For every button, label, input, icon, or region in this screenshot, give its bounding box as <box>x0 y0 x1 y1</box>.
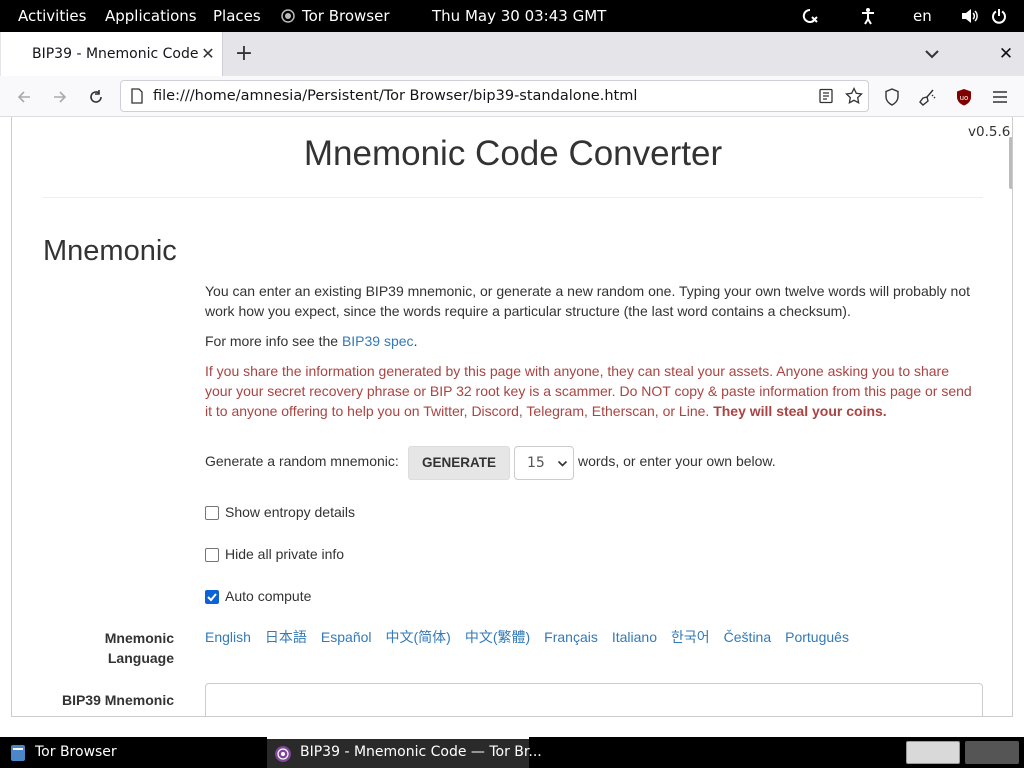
generate-suffix: words, or enter your own below. <box>578 453 776 469</box>
bip39-mnemonic-textarea[interactable] <box>205 683 983 716</box>
activities-button[interactable]: Activities <box>18 0 86 32</box>
warning-bold: They will steal your coins. <box>713 403 887 419</box>
language-japanese[interactable]: 日本語 <box>265 629 307 645</box>
language-korean[interactable]: 한국어 <box>671 629 710 645</box>
language-french[interactable]: Français <box>544 629 598 645</box>
show-entropy-label[interactable]: Show entropy details <box>225 504 355 520</box>
tor-onion-icon <box>274 745 292 767</box>
places-menu[interactable]: Places <box>213 0 261 32</box>
hide-private-label[interactable]: Hide all private info <box>225 546 344 562</box>
more-info-suffix: . <box>413 333 418 349</box>
app-menu-tor-browser[interactable]: Tor Browser <box>302 0 390 32</box>
bip39-spec-link[interactable]: BIP39 spec <box>342 333 414 349</box>
show-entropy-checkbox[interactable] <box>205 506 219 520</box>
close-window-icon[interactable]: ✕ <box>994 42 1018 66</box>
language-italian[interactable]: Italiano <box>612 629 657 645</box>
bottom-taskbar: Tor Browser BIP39 - Mnemonic Code — Tor … <box>0 737 1024 768</box>
more-info-paragraph: For more info see the BIP39 spec. <box>205 331 975 351</box>
word-count-value: 15 <box>527 455 545 471</box>
language-portuguese[interactable]: Português <box>785 629 849 645</box>
reload-icon[interactable] <box>83 84 109 110</box>
shield-icon[interactable] <box>879 84 905 110</box>
volume-icon[interactable] <box>960 0 980 32</box>
section-title: Mnemonic <box>43 235 177 267</box>
navigation-toolbar: file:///home/amnesia/Persistent/Tor Brow… <box>0 76 1024 117</box>
chevron-down-icon[interactable] <box>920 42 944 66</box>
bip39-mnemonic-label: BIP39 Mnemonic <box>61 692 174 708</box>
reader-mode-icon[interactable] <box>818 88 834 108</box>
page-viewport: v0.5.6 Mnemonic Code Converter Mnemonic … <box>11 117 1013 717</box>
new-identity-broom-icon[interactable] <box>915 84 941 110</box>
back-arrow-icon[interactable] <box>11 84 37 110</box>
tor-status-icon[interactable] <box>800 0 820 32</box>
forward-arrow-icon[interactable] <box>47 84 73 110</box>
ublock-origin-icon[interactable]: uo <box>951 84 977 110</box>
workspace-2[interactable] <box>965 741 1019 764</box>
chevron-down-icon <box>557 457 568 473</box>
intro-paragraph: You can enter an existing BIP39 mnemonic… <box>205 283 970 319</box>
language-chinese-simplified[interactable]: 中文(简体) <box>386 629 451 645</box>
page-icon <box>130 88 144 108</box>
url-bar[interactable]: file:///home/amnesia/Persistent/Tor Brow… <box>120 80 869 112</box>
auto-compute-checkbox[interactable] <box>205 590 219 604</box>
generate-button[interactable]: GENERATE <box>408 446 510 480</box>
tor-browser-icon <box>280 0 296 32</box>
gnome-top-bar: Activities Applications Places Tor Brows… <box>0 0 1024 32</box>
page-scrollbar[interactable] <box>1009 117 1012 716</box>
check-icon <box>207 593 217 602</box>
tor-browser-app-icon <box>10 744 26 766</box>
keyboard-layout-indicator[interactable]: en <box>913 0 932 32</box>
clock[interactable]: Thu May 30 03:43 GMT <box>432 0 606 32</box>
mnemonic-language-label: Mnemonic Language <box>22 628 174 668</box>
page-title: Mnemonic Code Converter <box>303 134 723 173</box>
hide-private-checkbox[interactable] <box>205 548 219 562</box>
language-links: English 日本語 Español 中文(简体) 中文(繁體) Français Ita… <box>205 627 863 647</box>
workspace-1[interactable] <box>906 741 960 764</box>
taskbar-window-title: BIP39 - Mnemonic Code — Tor Br... <box>300 744 542 760</box>
bookmark-star-icon[interactable] <box>845 86 863 109</box>
word-count-select[interactable]: 15 <box>514 446 574 480</box>
auto-compute-label[interactable]: Auto compute <box>225 588 311 604</box>
taskbar-app-label[interactable]: Tor Browser <box>35 737 117 768</box>
url-text[interactable]: file:///home/amnesia/Persistent/Tor Brow… <box>153 81 637 111</box>
tab-bip39[interactable]: BIP39 - Mnemonic Code ✕ <box>1 32 223 76</box>
power-icon[interactable] <box>989 0 1009 32</box>
taskbar-window-button[interactable]: BIP39 - Mnemonic Code — Tor Br... <box>267 737 542 768</box>
security-warning: If you share the information generated b… <box>205 361 975 421</box>
more-info-prefix: For more info see the <box>205 333 342 349</box>
svg-text:uo: uo <box>960 94 969 102</box>
applications-menu[interactable]: Applications <box>105 0 197 32</box>
close-tab-icon[interactable]: ✕ <box>198 44 218 64</box>
hamburger-menu-icon[interactable] <box>987 84 1013 110</box>
accessibility-icon[interactable] <box>858 0 878 32</box>
language-spanish[interactable]: Español <box>321 629 372 645</box>
language-label-line-2: Language <box>107 650 174 666</box>
new-tab-icon[interactable]: + <box>232 42 256 66</box>
language-english[interactable]: English <box>205 629 251 645</box>
language-label-line-1: Mnemonic <box>104 630 174 646</box>
tab-strip: BIP39 - Mnemonic Code ✕ + ✕ <box>0 32 1024 76</box>
language-chinese-traditional[interactable]: 中文(繁體) <box>465 629 530 645</box>
generate-prefix: Generate a random mnemonic: <box>205 453 399 469</box>
tab-title: BIP39 - Mnemonic Code <box>32 46 199 62</box>
language-czech[interactable]: Čeština <box>724 629 771 645</box>
divider <box>43 197 983 198</box>
